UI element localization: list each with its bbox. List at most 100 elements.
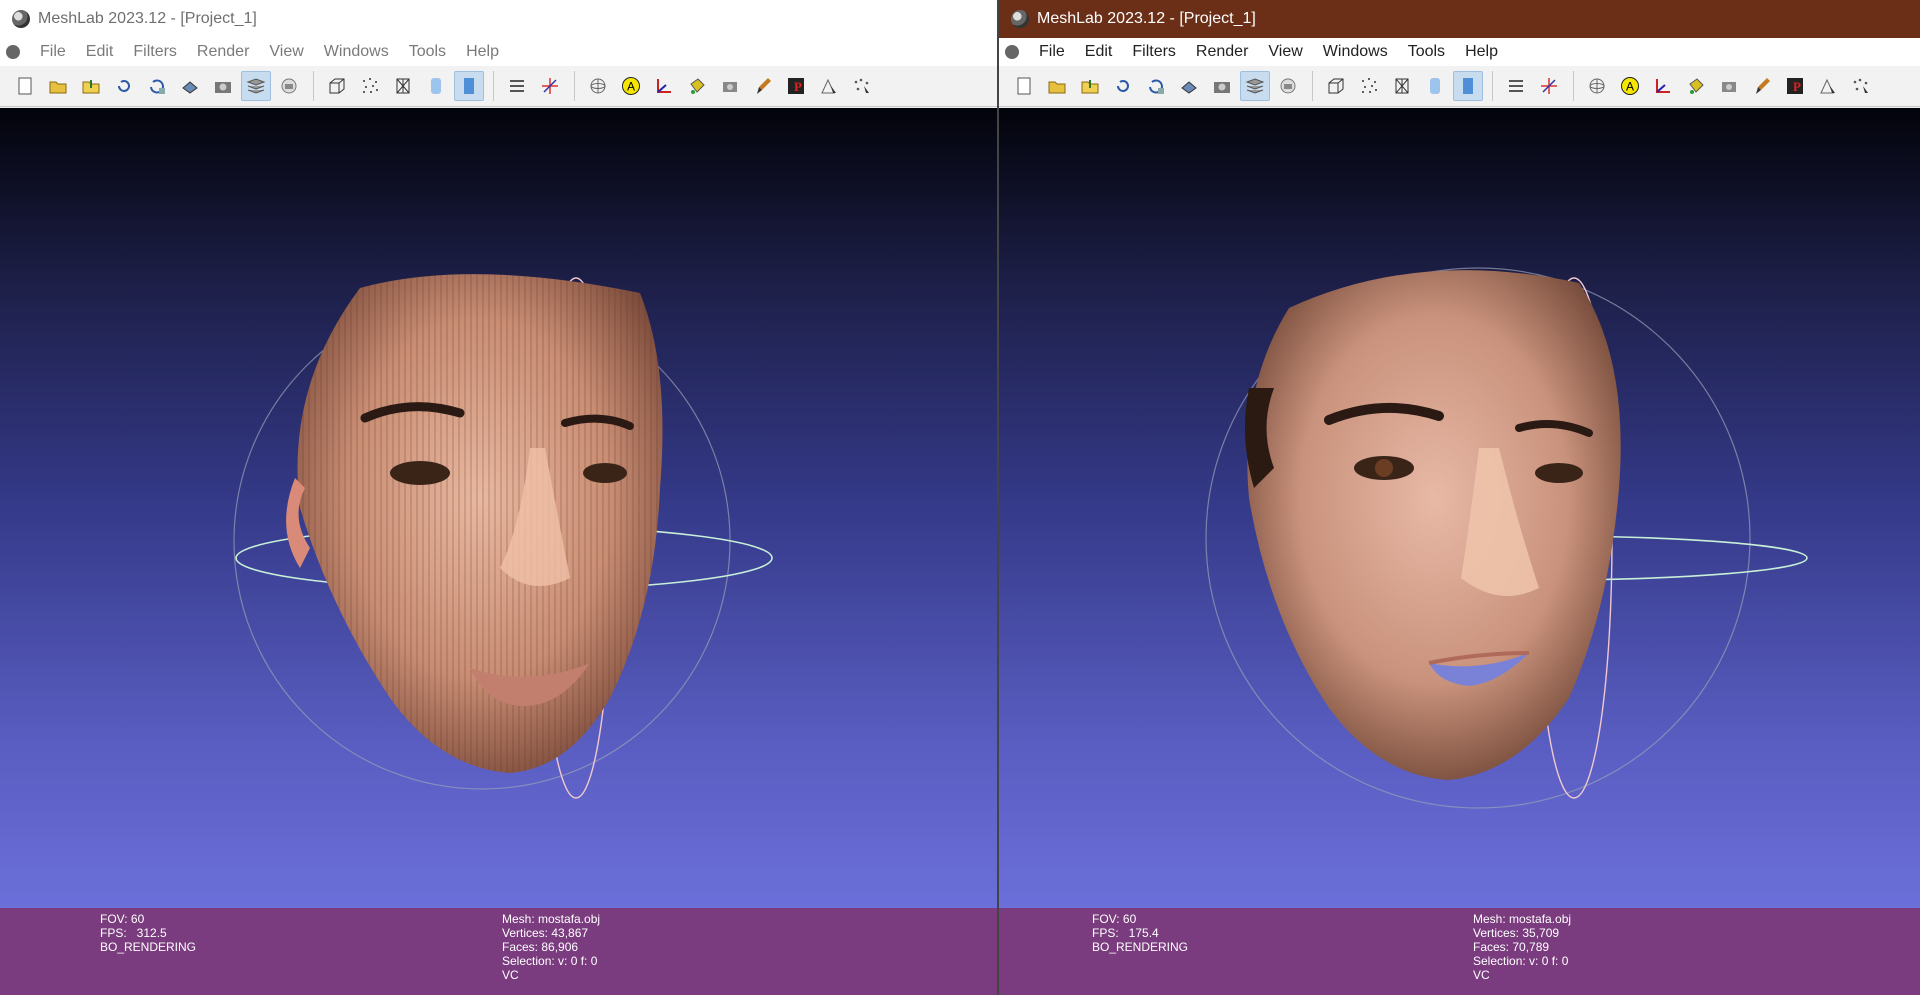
trackball-button[interactable] <box>1582 71 1612 101</box>
select-vertices-button[interactable] <box>847 71 877 101</box>
wireframe-button[interactable] <box>1387 71 1417 101</box>
svg-text:A: A <box>1626 80 1634 94</box>
menu-windows[interactable]: Windows <box>1313 38 1398 66</box>
menu-render[interactable]: Render <box>1186 38 1258 66</box>
snapshot-icon <box>215 82 231 93</box>
paint-bucket-icon <box>1689 78 1704 94</box>
raster-button[interactable] <box>1273 71 1303 101</box>
menu-help[interactable]: Help <box>1455 38 1508 66</box>
select-vertices-icon <box>854 78 869 93</box>
export-mesh-button[interactable] <box>175 71 205 101</box>
reload-button[interactable] <box>1108 71 1138 101</box>
axis-tool-button[interactable] <box>1534 71 1564 101</box>
menu-file[interactable]: File <box>30 38 76 66</box>
window-title: MeshLab 2023.12 - [Project_1] <box>1037 10 1256 27</box>
bounding-box-button[interactable] <box>1321 71 1351 101</box>
new-project-button[interactable] <box>1009 71 1039 101</box>
meshlab-window-left: MeshLab 2023.12 - [Project_1] File Edit … <box>0 0 1000 995</box>
mesh-info: Mesh: mostafa.obj Vertices: 43,867 Faces… <box>502 912 600 982</box>
3d-viewport[interactable] <box>999 108 1920 908</box>
pick-points-button[interactable]: P <box>1780 71 1810 101</box>
light-button[interactable] <box>1501 71 1531 101</box>
smooth-shading-button[interactable] <box>454 71 484 101</box>
light-icon <box>1509 80 1523 92</box>
points-button[interactable] <box>355 71 385 101</box>
main-toolbar: AP <box>0 66 997 107</box>
menu-render[interactable]: Render <box>187 38 259 66</box>
render-mode-label: BO_RENDERING <box>1092 940 1189 954</box>
annotation-a-icon: A <box>1621 77 1639 95</box>
menu-edit[interactable]: Edit <box>76 38 124 66</box>
svg-text:A: A <box>627 80 635 94</box>
system-menu-icon[interactable] <box>1005 45 1019 59</box>
menu-filters[interactable]: Filters <box>1122 38 1186 66</box>
pick-points-button[interactable]: P <box>781 71 811 101</box>
flat-shading-icon <box>1430 78 1440 94</box>
import-mesh-button[interactable] <box>76 71 106 101</box>
reload-button[interactable] <box>109 71 139 101</box>
title-bar[interactable]: MeshLab 2023.12 - [Project_1] <box>999 0 1920 38</box>
menu-windows[interactable]: Windows <box>314 38 399 66</box>
camera-tool-icon <box>723 82 737 92</box>
menu-edit[interactable]: Edit <box>1075 38 1123 66</box>
snapshot-button[interactable] <box>1207 71 1237 101</box>
mesh-name-label: Mesh: mostafa.obj <box>1473 912 1572 926</box>
toolbar-separator <box>1492 71 1493 101</box>
camera-tool-icon <box>1722 82 1736 92</box>
paint-brush-button[interactable] <box>748 71 778 101</box>
snapshot-button[interactable] <box>208 71 238 101</box>
light-button[interactable] <box>502 71 532 101</box>
fps-label: FPS: 312.5 <box>100 926 167 940</box>
toolbar-separator <box>313 71 314 101</box>
export-mesh-button[interactable] <box>1174 71 1204 101</box>
axis-tool-icon <box>542 78 558 94</box>
3d-viewport[interactable] <box>0 108 997 908</box>
open-project-button[interactable] <box>43 71 73 101</box>
import-mesh-button[interactable] <box>1075 71 1105 101</box>
menu-view[interactable]: View <box>1258 38 1312 66</box>
paint-bucket-button[interactable] <box>1681 71 1711 101</box>
measure-tool-button[interactable] <box>649 71 679 101</box>
menu-tools[interactable]: Tools <box>399 38 456 66</box>
menu-filters[interactable]: Filters <box>123 38 187 66</box>
points-icon <box>1362 78 1377 93</box>
trackball-button[interactable] <box>583 71 613 101</box>
open-project-button[interactable] <box>1042 71 1072 101</box>
paint-brush-button[interactable] <box>1747 71 1777 101</box>
new-project-button[interactable] <box>10 71 40 101</box>
reload-all-button[interactable] <box>1141 71 1171 101</box>
camera-tool-button[interactable] <box>1714 71 1744 101</box>
menu-tools[interactable]: Tools <box>1398 38 1455 66</box>
select-vertices-button[interactable] <box>1846 71 1876 101</box>
select-faces-button[interactable] <box>1813 71 1843 101</box>
flat-shading-button[interactable] <box>1420 71 1450 101</box>
points-button[interactable] <box>1354 71 1384 101</box>
raster-button[interactable] <box>274 71 304 101</box>
annotation-a-button[interactable]: A <box>1615 71 1645 101</box>
reload-all-button[interactable] <box>142 71 172 101</box>
camera-tool-button[interactable] <box>715 71 745 101</box>
layers-button[interactable] <box>241 71 271 101</box>
menu-help[interactable]: Help <box>456 38 509 66</box>
layers-button[interactable] <box>1240 71 1270 101</box>
select-faces-button[interactable] <box>814 71 844 101</box>
new-project-icon <box>1017 77 1031 95</box>
smooth-shading-button[interactable] <box>1453 71 1483 101</box>
axis-tool-button[interactable] <box>535 71 565 101</box>
snapshot-icon <box>1214 82 1230 93</box>
menu-file[interactable]: File <box>1029 38 1075 66</box>
smooth-shading-icon <box>464 78 474 94</box>
paint-bucket-button[interactable] <box>682 71 712 101</box>
import-mesh-icon <box>82 80 100 94</box>
color-mode-label: VC <box>502 968 519 982</box>
paint-brush-icon <box>757 78 771 94</box>
measure-tool-button[interactable] <box>1648 71 1678 101</box>
meshlab-app-icon <box>1011 10 1029 28</box>
title-bar[interactable]: MeshLab 2023.12 - [Project_1] <box>0 0 997 38</box>
bounding-box-button[interactable] <box>322 71 352 101</box>
wireframe-button[interactable] <box>388 71 418 101</box>
system-menu-icon[interactable] <box>6 45 20 59</box>
menu-view[interactable]: View <box>259 38 313 66</box>
flat-shading-button[interactable] <box>421 71 451 101</box>
annotation-a-button[interactable]: A <box>616 71 646 101</box>
